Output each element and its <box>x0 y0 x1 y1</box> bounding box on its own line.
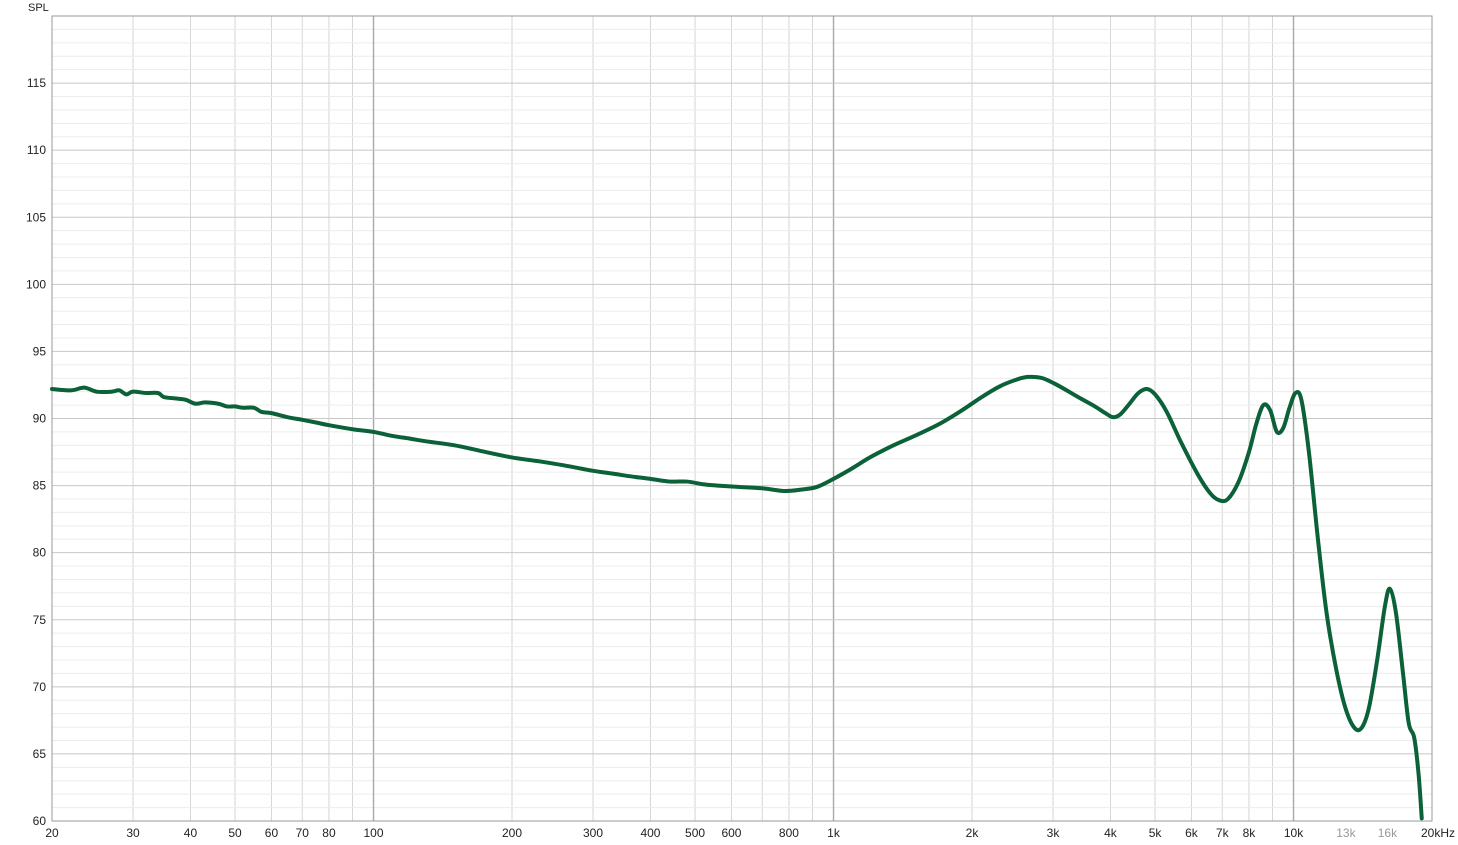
x-tick-label: 600 <box>721 826 741 840</box>
plot-background <box>0 0 1458 845</box>
y-tick-label: 105 <box>26 210 46 224</box>
x-tick-label: 400 <box>640 826 660 840</box>
x-tick-label: 50 <box>228 826 242 840</box>
x-tick-label: 20 <box>45 826 59 840</box>
y-tick-label: 70 <box>33 680 47 694</box>
x-tick-label: 4k <box>1104 826 1118 840</box>
frequency-response-chart: 60 65 70 75 80 85 90 95 100 105 110 115 20 30 40 50 60 7… <box>0 0 1458 845</box>
x-tick-label: 200 <box>502 826 522 840</box>
y-tick-label: 110 <box>27 143 46 157</box>
x-tick-label: 10k <box>1284 826 1304 840</box>
x-tick-label: 7k <box>1216 826 1230 840</box>
y-tick-label: 85 <box>33 479 47 493</box>
x-tick-label: 60 <box>265 826 279 840</box>
x-tick-label: 30 <box>126 826 140 840</box>
x-tick-label: 300 <box>583 826 603 840</box>
x-tick-label: 13k <box>1336 826 1356 840</box>
y-tick-label: 60 <box>33 814 47 828</box>
x-tick-label: 2k <box>966 826 980 840</box>
y-tick-label: 65 <box>33 747 47 761</box>
x-tick-label: 100 <box>364 826 384 840</box>
x-tick-label: 5k <box>1149 826 1163 840</box>
x-tick-label: 70 <box>296 826 310 840</box>
x-tick-label: 1k <box>827 826 841 840</box>
y-tick-label: 90 <box>33 412 47 426</box>
y-tick-label: 75 <box>33 613 47 627</box>
x-tick-label: 20kHz <box>1421 826 1455 840</box>
x-tick-label: 3k <box>1047 826 1061 840</box>
y-tick-label: 80 <box>33 546 47 560</box>
x-tick-label: 40 <box>184 826 198 840</box>
x-tick-label: 80 <box>322 826 336 840</box>
x-tick-label: 800 <box>779 826 799 840</box>
x-tick-label: 500 <box>685 826 705 840</box>
y-tick-label: 95 <box>33 344 47 358</box>
y-axis-title: SPL <box>28 2 49 14</box>
x-tick-label: 16k <box>1378 826 1398 840</box>
y-tick-label: 115 <box>27 76 46 90</box>
x-tick-label: 8k <box>1243 826 1257 840</box>
y-tick-label: 100 <box>26 277 46 291</box>
x-tick-label: 6k <box>1185 826 1199 840</box>
